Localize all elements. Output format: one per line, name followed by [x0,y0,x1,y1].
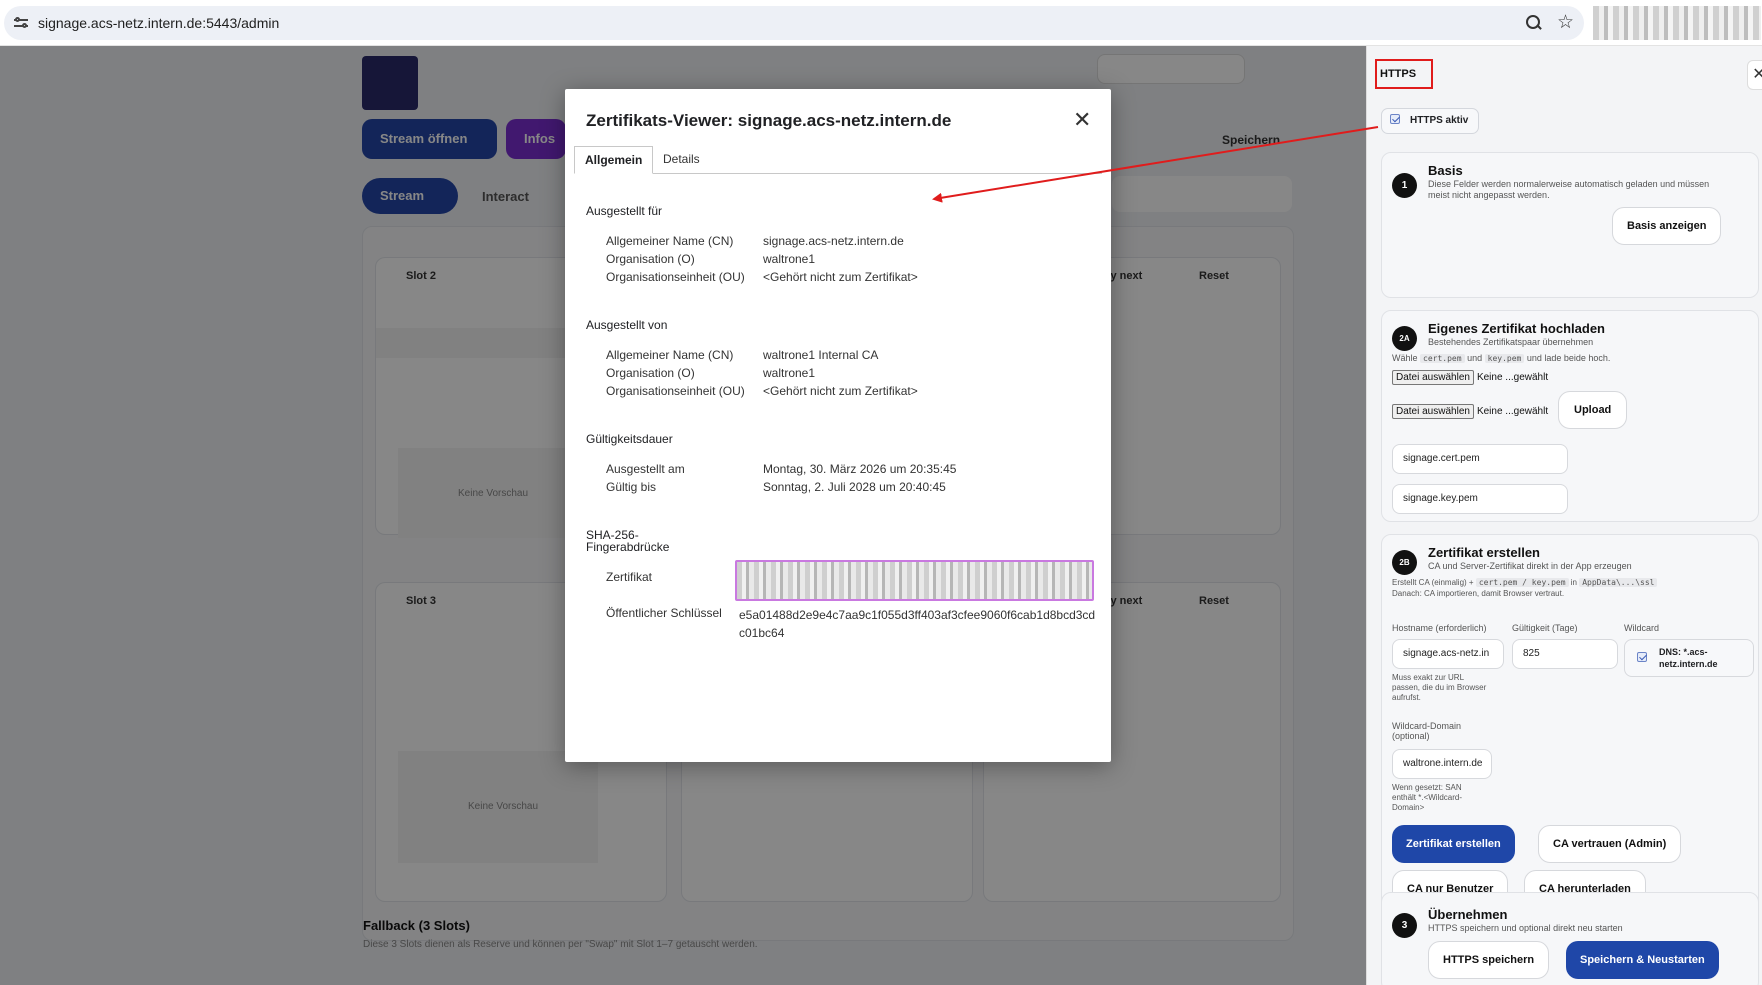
wildcard-domain-label: Wildcard-Domain (optional) [1392,721,1462,741]
pubkey-fingerprint-value: e5a01488d2e9e4c7aa9c1f055d3ff403af3cfee9… [739,608,1096,640]
issued-to-ou-value: <Gehört nicht zum Zertifikat> [763,270,918,284]
cert-file-picker[interactable]: Datei auswählen Keine ...gewählt [1392,370,1548,385]
issued-by-ou-value: <Gehört nicht zum Zertifikat> [763,384,918,398]
step-number: 1 [1392,173,1417,198]
apply-card: 3 Übernehmen HTTPS speichern und optiona… [1381,892,1759,985]
bookmark-star-icon[interactable]: ☆ [1557,11,1574,34]
fingerprints-heading: SHA-256- Fingerabdrücke [586,528,670,554]
cert-file-field[interactable]: signage.cert.pem [1392,444,1568,474]
page: Stream öffnen Infos Stream Interact Spei… [0,46,1762,985]
issued-by-o-value: waltrone1 [763,366,816,380]
create-certificate-button[interactable]: Zertifikat erstellen [1392,825,1515,863]
wildcard-domain-input[interactable]: waltrone.intern.de [1392,749,1492,779]
https-active-toggle[interactable]: HTTPS aktiv [1381,108,1480,134]
step-number: 3 [1392,913,1417,938]
wildcard-label: Wildcard [1624,623,1660,633]
step-number: 2A [1392,326,1417,351]
issued-by-heading: Ausgestellt von [586,318,668,332]
hostname-input[interactable]: signage.acs-netz.in [1392,639,1504,669]
basis-title: Basis [1428,163,1463,178]
basis-desc: Diese Felder werden normalerweise automa… [1428,179,1710,200]
hostname-label: Hostname (erforderlich) [1392,623,1487,633]
certificate-viewer-dialog: Zertifikats-Viewer: signage.acs-netz.int… [565,89,1111,762]
validity-heading: Gültigkeitsdauer [586,432,673,446]
tab-general[interactable]: Allgemein [574,146,654,174]
trust-ca-admin-button[interactable]: CA vertrauen (Admin) [1538,825,1682,863]
issued-to-cn-value: signage.acs-netz.intern.de [763,234,904,248]
create-card: 2B Zertifikat erstellen CA und Server-Ze… [1381,534,1759,934]
upload-title: Eigenes Zertifikat hochladen [1428,321,1605,336]
issued-to-o-label: Organisation (O) [606,252,695,266]
wildcard-toggle[interactable]: DNS: *.acs-netz.intern.de [1624,639,1754,677]
issued-to-ou-label: Organisationseinheit (OU) [606,270,745,284]
show-basis-button[interactable]: Basis anzeigen [1612,207,1722,245]
issued-to-o-value: waltrone1 [763,252,816,266]
cert-fingerprint-redacted [735,560,1094,601]
url-text[interactable]: signage.acs-netz.intern.de:5443/admin [38,15,279,31]
issued-to-cn-label: Allgemeiner Name (CN) [606,234,734,248]
dialog-title: Zertifikats-Viewer: signage.acs-netz.int… [586,111,952,130]
checkbox-icon[interactable] [1637,652,1647,662]
issued-by-cn-label: Allgemeiner Name (CN) [606,348,734,362]
wildcard-domain-hint: Wenn gesetzt: SAN enthält *.<Wildcard- Dom… [1392,783,1463,812]
save-restart-button[interactable]: Speichern & Neustarten [1566,941,1719,979]
apply-desc: HTTPS speichern und optional direkt neu … [1428,923,1623,933]
cert-fingerprint-label: Zertifikat [606,570,653,584]
tab-bar: Allgemein Details [574,146,1102,174]
upload-hint: Wähle cert.pem und key.pem und lade beid… [1392,353,1611,363]
tab-details[interactable]: Details [653,146,710,174]
address-bar[interactable]: signage.acs-netz.intern.de:5443/admin ☆ [4,6,1584,40]
key-file-field[interactable]: signage.key.pem [1392,484,1568,514]
sidebar-title: HTTPS [1380,68,1417,80]
create-desc: CA und Server-Zertifikat direkt in der A… [1428,561,1632,571]
valid-until-label: Gültig bis [606,480,657,494]
validity-label: Gültigkeit (Tage) [1512,623,1578,633]
issued-on-value: Montag, 30. März 2026 um 20:35:45 [763,462,957,476]
create-title: Zertifikat erstellen [1428,545,1540,560]
upload-desc: Bestehendes Zertifikatspaar übernehmen [1428,337,1594,347]
create-info: Erstellt CA (einmalig) + cert.pem / key.… [1392,577,1658,599]
pubkey-fingerprint-label: Öffentlicher Schlüssel [606,606,722,620]
https-sidebar: HTTPS ✕ HTTPS aktiv 1 Basis Diese Felder… [1366,46,1762,985]
issued-by-o-label: Organisation (O) [606,366,695,380]
step-number: 2B [1392,550,1417,575]
close-icon[interactable]: ✕ [1747,60,1762,90]
upload-card: 2A Eigenes Zertifikat hochladen Bestehen… [1381,310,1759,522]
issued-by-ou-label: Organisationseinheit (OU) [606,384,745,398]
basis-card: 1 Basis Diese Felder werden normalerweis… [1381,152,1759,298]
valid-until-value: Sonntag, 2. Juli 2028 um 20:40:45 [763,480,946,494]
zoom-icon[interactable] [1526,15,1542,31]
validity-days-input[interactable]: 825 [1512,639,1618,669]
close-icon[interactable]: ✕ [1073,107,1091,133]
site-settings-icon[interactable] [14,17,28,29]
profile-area [1593,6,1761,40]
hostname-hint: Muss exakt zur URL passen, die du im Brow… [1392,673,1487,702]
key-file-picker[interactable]: Datei auswählen Keine ...gewählt [1392,404,1548,419]
checkbox-icon[interactable] [1390,114,1400,124]
browser-toolbar: signage.acs-netz.intern.de:5443/admin ☆ [0,0,1762,46]
issued-by-cn-value: waltrone1 Internal CA [763,348,879,362]
upload-button[interactable]: Upload [1558,391,1628,429]
apply-title: Übernehmen [1428,907,1508,922]
issued-to-heading: Ausgestellt für [586,204,663,218]
issued-on-label: Ausgestellt am [606,462,685,476]
save-https-button[interactable]: HTTPS speichern [1428,941,1550,979]
